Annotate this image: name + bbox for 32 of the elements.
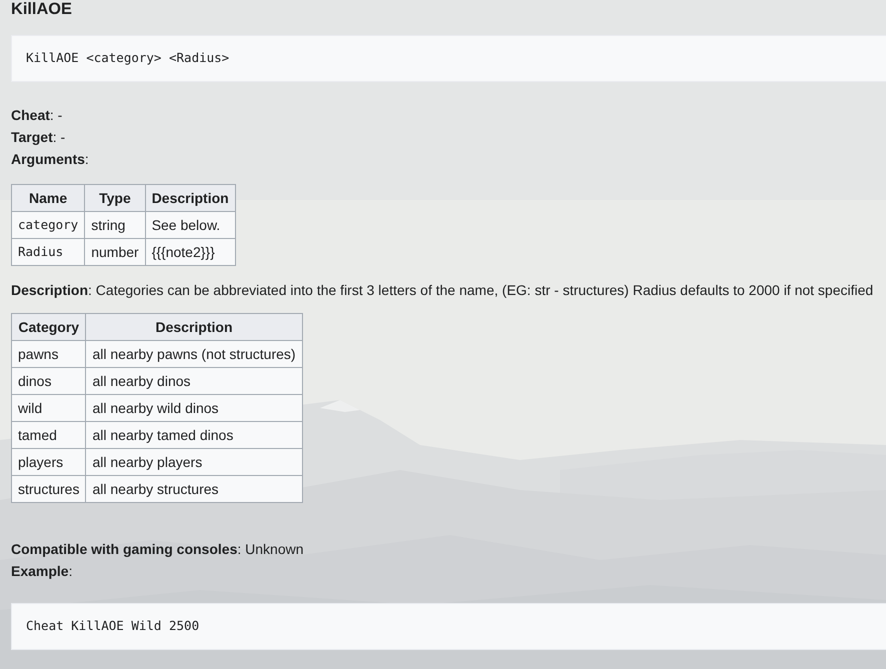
table-cell: tamed <box>12 422 86 448</box>
column-header: Description <box>145 184 236 212</box>
column-header: Type <box>84 184 146 212</box>
column-header: Description <box>86 314 302 340</box>
field-text: Compatible with gaming consoles: Unknown <box>11 540 305 559</box>
field-text: Target: - <box>11 128 66 147</box>
table-cell: structures <box>12 476 86 502</box>
table-cell: Radius <box>12 238 85 266</box>
section-heading: KillAOE <box>11 0 73 17</box>
table-cell: string <box>84 212 146 238</box>
table-cell: wild <box>12 394 86 422</box>
table-cell: all nearby structures <box>86 476 302 502</box>
table-cell: all nearby tamed dinos <box>86 422 302 448</box>
table-cell: category <box>12 212 85 238</box>
table-cell: all nearby players <box>86 448 302 476</box>
table-cell: number <box>84 238 146 266</box>
table-cell: dinos <box>12 368 86 394</box>
table-cell: See below. <box>145 212 236 238</box>
code-block: KillAOE <category> <Radius> <box>11 35 886 82</box>
table-cell: {{{note2}}} <box>145 238 236 266</box>
code-block: Cheat KillAOE Wild 2500 <box>11 603 886 650</box>
field-text: Arguments: <box>11 150 90 169</box>
column-header: Name <box>12 184 85 212</box>
table-cell: players <box>12 448 86 476</box>
description-text: Description: Categories can be abbreviated into the first 3 letters of the name, (EG: str - structures) Radius defaults to 2000 if not specified <box>11 281 874 300</box>
table-cell: all nearby dinos <box>86 368 302 394</box>
field-text: Example: <box>11 562 74 581</box>
column-header: Category <box>12 314 86 340</box>
field-text: Cheat: - <box>11 106 64 125</box>
table-cell: all nearby pawns (not structures) <box>86 340 302 368</box>
table-cell: pawns <box>12 340 86 368</box>
table-cell: all nearby wild dinos <box>86 394 302 422</box>
